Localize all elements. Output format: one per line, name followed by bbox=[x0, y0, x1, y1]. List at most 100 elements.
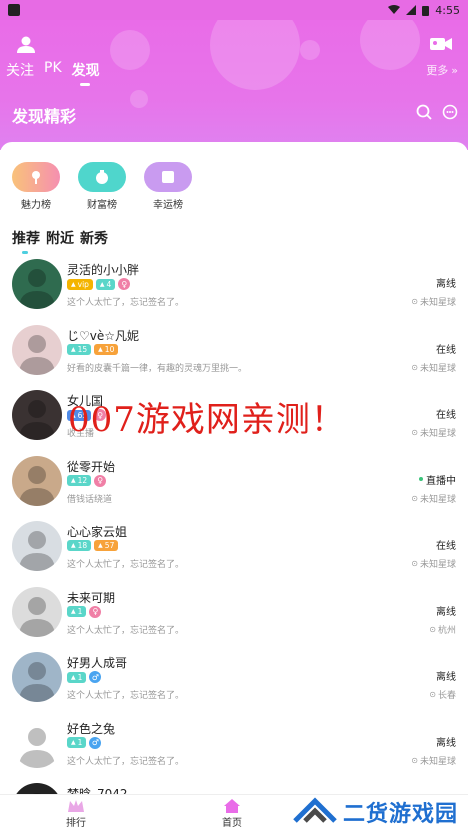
location-label: ⊙ 未知星球 bbox=[411, 297, 456, 308]
user-row[interactable]: じ♡vè☆凡妮 ▲ 15 ▲ 10 好看的皮囊千篇一律，有趣的灵魂万里挑一。 在线 ⊙ 未知星球 bbox=[0, 319, 468, 385]
location-pin-icon: ⊙ bbox=[411, 493, 418, 503]
person-silhouette-icon bbox=[19, 531, 55, 571]
brand-logo-icon bbox=[293, 797, 337, 823]
user-signature: 这个人太忙了，忘记签名了。 bbox=[67, 756, 185, 767]
level-icon: ▲ bbox=[71, 739, 76, 746]
user-row[interactable]: 好色之兔 ▲ 1 ♂ 这个人太忙了，忘记签名了。 离线 ⊙ 未知星球 bbox=[0, 712, 468, 778]
list-tabs: 推荐 附近 新秀 bbox=[12, 228, 108, 254]
rank-charm[interactable]: 魅力榜 bbox=[12, 162, 60, 211]
money-bag-icon bbox=[96, 170, 108, 184]
level-icon: ▲ bbox=[71, 345, 76, 353]
chat-icon[interactable] bbox=[442, 104, 458, 120]
home-icon bbox=[224, 799, 240, 813]
user-badges: ▲ 1 ♂ bbox=[67, 671, 102, 683]
user-badges: ▲ vip ▲ 4 ♀ bbox=[67, 278, 131, 290]
location-label: ⊙ 未知星球 bbox=[411, 755, 456, 767]
avatar[interactable] bbox=[12, 455, 62, 506]
crown-icon bbox=[68, 800, 84, 812]
profile-button[interactable] bbox=[14, 34, 38, 54]
status-label: 离线 bbox=[436, 606, 456, 618]
level-icon: ▲ bbox=[71, 608, 76, 615]
user-signature: 这个人太忙了，忘记签名了。 bbox=[67, 625, 185, 636]
rank-wealth[interactable]: 财富榜 bbox=[78, 162, 126, 211]
person-silhouette-icon bbox=[19, 334, 55, 375]
rank-luck[interactable]: 幸运榜 bbox=[144, 162, 192, 211]
user-row[interactable]: 好男人成哥 ▲ 1 ♂ 这个人太忙了，忘记签名了。 离线 ⊙ 长春 bbox=[0, 646, 468, 712]
tab-newcomers[interactable]: 新秀 bbox=[80, 228, 108, 254]
avatar[interactable] bbox=[12, 324, 62, 375]
person-silhouette-icon bbox=[19, 596, 55, 637]
level-badge: ▲ 1 bbox=[67, 671, 87, 683]
tab-nearby[interactable]: 附近 bbox=[46, 228, 74, 254]
user-name: 心心家云姐 bbox=[67, 525, 128, 539]
female-icon: ♀ bbox=[89, 605, 102, 618]
level-badge: ▲ 57 bbox=[94, 540, 119, 551]
location-pin-icon: ⊙ bbox=[411, 297, 418, 306]
avatar[interactable] bbox=[12, 586, 62, 637]
location-pin-icon: ⊙ bbox=[411, 428, 418, 437]
person-silhouette-icon bbox=[19, 269, 55, 309]
user-icon bbox=[17, 36, 35, 53]
user-name: 好色之兔 bbox=[67, 721, 116, 736]
level-badge: ▲ 4 bbox=[95, 278, 116, 290]
battery-icon bbox=[422, 5, 430, 16]
user-row[interactable]: 灵活的小小胖 ▲ vip ▲ 4 ♀ 这个人太忙了，忘记签名了。 离线 ⊙ 未知星球 bbox=[0, 253, 468, 319]
location-label: ⊙ 未知星球 bbox=[411, 493, 456, 505]
avatar[interactable] bbox=[12, 390, 62, 440]
user-badges: ▲ 1 ♂ bbox=[67, 736, 102, 749]
live-dot-icon bbox=[419, 477, 423, 481]
level-icon: ▲ bbox=[99, 280, 105, 288]
avatar[interactable] bbox=[12, 652, 62, 702]
location-pin-icon: ⊙ bbox=[429, 624, 436, 634]
status-label: 在线 bbox=[436, 344, 456, 356]
person-silhouette-icon bbox=[19, 465, 55, 506]
status-label: 离线 bbox=[436, 737, 456, 749]
level-icon: ▲ bbox=[71, 280, 76, 288]
brand-text: 二货游戏园 bbox=[342, 802, 458, 827]
avatar[interactable] bbox=[12, 259, 62, 309]
level-badge: ▲ 1 bbox=[67, 737, 87, 748]
tab-pk[interactable]: PK bbox=[44, 60, 62, 86]
more-link[interactable]: 更多 » bbox=[426, 62, 458, 78]
location-pin-icon: ⊙ bbox=[429, 690, 436, 699]
double-chevron-right-icon: » bbox=[451, 63, 458, 77]
user-row[interactable]: 從零开始 ▲ 12 ♀ 借钱话绕道 直播中 ⊙ 未知星球 bbox=[0, 450, 468, 516]
status-label: 直播中 bbox=[419, 472, 456, 487]
avatar[interactable] bbox=[12, 521, 62, 571]
nav-ranking[interactable]: 排行 bbox=[66, 798, 86, 829]
tab-discover[interactable]: 发现 bbox=[72, 60, 100, 86]
user-name: 從零开始 bbox=[67, 459, 116, 474]
user-name: 未来可期 bbox=[67, 590, 116, 605]
location-label: ⊙ 未知星球 bbox=[411, 362, 456, 374]
user-signature: 借钱话绕道 bbox=[67, 494, 113, 505]
level-icon: ▲ bbox=[98, 345, 103, 353]
bottom-navigation: 排行 首页 二货游戏园 bbox=[0, 794, 468, 832]
search-icon[interactable] bbox=[416, 104, 432, 120]
user-signature: 这个人太忙了，忘记签名了。 bbox=[67, 298, 185, 308]
level-icon: ▲ bbox=[71, 673, 76, 681]
status-label: 在线 bbox=[436, 410, 456, 421]
tab-recommend[interactable]: 推荐 bbox=[12, 228, 40, 254]
user-row[interactable]: 未来可期 ▲ 1 ♀ 这个人太忙了，忘记签名了。 离线 ⊙ 杭州 bbox=[0, 581, 468, 647]
user-badges: ▲ 15 ▲ 10 bbox=[67, 343, 119, 355]
male-icon: ♂ bbox=[89, 736, 102, 749]
location-pin-icon: ⊙ bbox=[411, 559, 418, 568]
level-badge: ▲ 15 bbox=[67, 343, 92, 355]
location-label: ⊙ 杭州 bbox=[429, 624, 456, 636]
level-badge: ▲ 18 bbox=[67, 540, 92, 551]
status-bar: 4:55 bbox=[0, 0, 468, 20]
status-label: 在线 bbox=[436, 541, 456, 552]
status-label: 离线 bbox=[436, 279, 456, 290]
status-label: 离线 bbox=[436, 672, 456, 683]
tab-follow[interactable]: 关注 bbox=[6, 60, 34, 86]
level-badge: ▲ 12 bbox=[67, 475, 92, 486]
notification-icon bbox=[8, 4, 20, 16]
user-signature: 这个人太忙了，忘记签名了。 bbox=[67, 560, 185, 570]
more-label: 更多 bbox=[426, 64, 449, 77]
nav-home[interactable]: 首页 bbox=[222, 798, 242, 829]
male-icon: ♂ bbox=[89, 671, 102, 683]
location-pin-icon: ⊙ bbox=[411, 362, 418, 372]
camera-button[interactable] bbox=[428, 34, 454, 54]
avatar[interactable] bbox=[12, 717, 62, 768]
user-row[interactable]: 心心家云姐 ▲ 18 ▲ 57 这个人太忙了，忘记签名了。 在线 ⊙ 未知星球 bbox=[0, 515, 468, 581]
